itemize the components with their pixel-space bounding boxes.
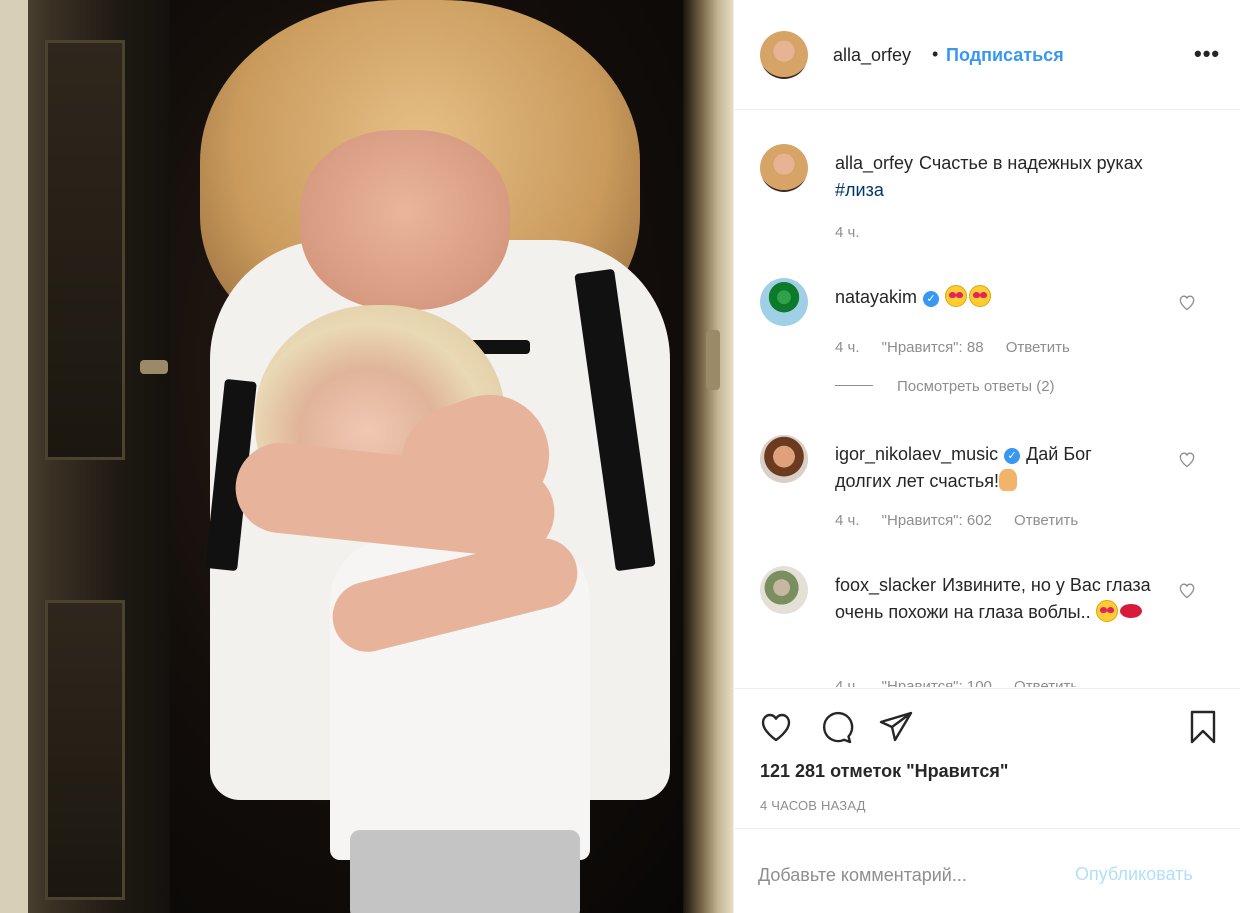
- heart-eyes-emoji: [1095, 600, 1118, 622]
- caption-body: Счастье в надежных руках: [919, 153, 1143, 173]
- like-comment-heart-icon[interactable]: [1177, 449, 1197, 469]
- bookmark-icon[interactable]: [1185, 709, 1221, 745]
- caption-text: alla_orfey Счастье в надежных руках #лиза: [835, 150, 1165, 204]
- replies-line: [835, 385, 873, 386]
- post-timestamp[interactable]: 4 ЧАСОВ НАЗАД: [760, 798, 866, 813]
- commenter-avatar[interactable]: [760, 278, 808, 326]
- like-comment-heart-icon[interactable]: [1177, 580, 1197, 600]
- comments-list[interactable]: alla_orfey Счастье в надежных руках #лиза…: [734, 111, 1240, 687]
- share-icon[interactable]: [878, 709, 914, 745]
- comment-icon[interactable]: [818, 709, 854, 745]
- comment-likes[interactable]: "Нравится": 602: [882, 512, 992, 529]
- heart-icon[interactable]: [758, 709, 794, 745]
- door-right: [683, 0, 733, 913]
- view-replies-label: Посмотреть ответы (2): [897, 378, 1055, 395]
- door-frame: [0, 0, 28, 913]
- caption-time[interactable]: 4 ч.: [835, 224, 860, 241]
- comment-text: foox_slacker Извините, но у Вас глаза оче…: [835, 572, 1165, 626]
- view-replies-button[interactable]: Посмотреть ответы (2): [835, 378, 1055, 395]
- comment-item: natayakim ✓ 4 ч. "Нравится": 88 Ответить: [734, 278, 1240, 378]
- more-options-icon[interactable]: •••: [1194, 41, 1220, 67]
- comment-time[interactable]: 4 ч.: [835, 512, 860, 529]
- comment-text: natayakim ✓: [835, 284, 1165, 311]
- praying-hands-emoji: [998, 469, 1017, 491]
- comment-likes[interactable]: "Нравится": 100: [882, 678, 992, 687]
- reply-button[interactable]: Ответить: [1006, 339, 1070, 356]
- hashtag-link[interactable]: #лиза: [835, 180, 884, 200]
- comment-username[interactable]: foox_slacker: [835, 575, 936, 595]
- caption-meta: 4 ч.: [835, 224, 878, 241]
- heart-eyes-emoji: [969, 285, 992, 307]
- post-actions: 121 281 отметок "Нравится" 4 ЧАСОВ НАЗАД: [734, 688, 1240, 828]
- comment-item: igor_nikolaev_music ✓ Дай Бог долгих лет с…: [734, 435, 1240, 545]
- add-comment-bar: Опубликовать: [734, 828, 1240, 913]
- post-comment-button[interactable]: Опубликовать: [1075, 864, 1193, 885]
- author-avatar[interactable]: [760, 144, 808, 192]
- comment-input[interactable]: [758, 855, 1078, 895]
- door-handle: [140, 360, 168, 374]
- woman-face: [300, 130, 510, 310]
- separator-dot: •: [932, 44, 939, 64]
- verified-badge-icon: ✓: [1004, 448, 1021, 464]
- caption-username[interactable]: alla_orfey: [835, 153, 913, 173]
- reply-button[interactable]: Ответить: [1014, 678, 1078, 687]
- comment-likes[interactable]: "Нравится": 88: [882, 339, 984, 356]
- comment-meta: 4 ч. "Нравится": 88 Ответить: [835, 339, 1088, 356]
- kiss-lips-emoji: [1119, 604, 1142, 618]
- comment-time[interactable]: 4 ч.: [835, 678, 860, 687]
- author-username[interactable]: alla_orfey: [833, 45, 911, 66]
- follow-button[interactable]: Подписаться: [946, 45, 1064, 66]
- comment-meta: 4 ч. "Нравится": 602 Ответить: [835, 512, 1096, 529]
- verified-badge-icon: ✓: [923, 291, 940, 307]
- comment-meta: 4 ч. "Нравится": 100 Ответить: [835, 678, 1096, 687]
- post-sidebar: alla_orfey • Подписаться ••• alla_orfey С…: [733, 0, 1240, 913]
- caption: alla_orfey Счастье в надежных руках #лиза…: [734, 144, 1240, 254]
- comment-username[interactable]: igor_nikolaev_music: [835, 444, 998, 464]
- comment-item: foox_slacker Извините, но у Вас глаза оче…: [734, 566, 1240, 687]
- post-header: alla_orfey • Подписаться •••: [734, 0, 1240, 110]
- reply-button[interactable]: Ответить: [1014, 512, 1078, 529]
- door-panel-bottom: [45, 600, 125, 900]
- heart-eyes-emoji: [945, 285, 968, 307]
- commenter-avatar[interactable]: [760, 435, 808, 483]
- like-comment-heart-icon[interactable]: [1177, 292, 1197, 312]
- comment-text: igor_nikolaev_music ✓ Дай Бог долгих лет с…: [835, 441, 1165, 495]
- comment-time[interactable]: 4 ч.: [835, 339, 860, 356]
- comment-body-line1: Дай Бог: [1026, 444, 1092, 464]
- comment-username[interactable]: natayakim: [835, 287, 917, 307]
- child-pants: [350, 830, 580, 913]
- post-photo[interactable]: [0, 0, 733, 913]
- likes-count[interactable]: 121 281 отметок "Нравится": [760, 761, 1008, 782]
- door-hinge: [706, 330, 720, 390]
- commenter-avatar[interactable]: [760, 566, 808, 614]
- author-avatar[interactable]: [760, 31, 808, 79]
- comment-body-line2: долгих лет счастья!: [835, 471, 999, 491]
- door-panel-top: [45, 40, 125, 460]
